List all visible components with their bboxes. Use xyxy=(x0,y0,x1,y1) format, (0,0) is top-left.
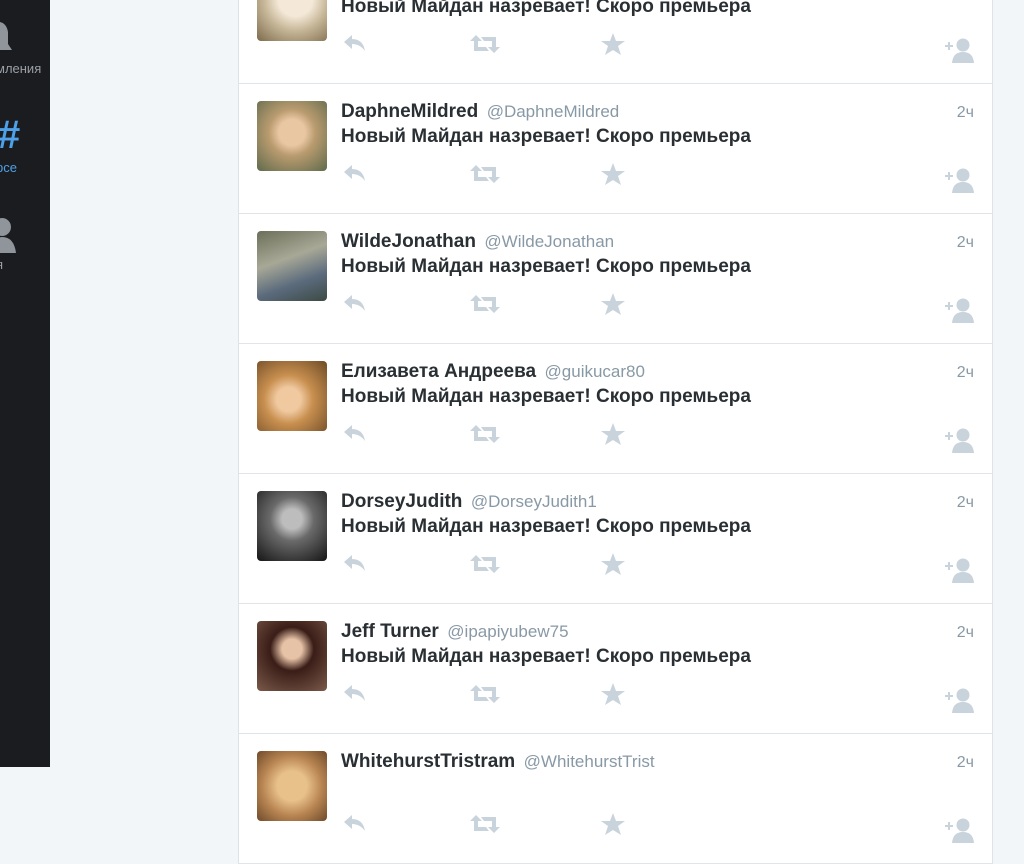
avatar[interactable] xyxy=(257,0,327,41)
sidebar-item-label: мления xyxy=(0,61,42,76)
favorite-icon[interactable] xyxy=(601,683,625,705)
tweet-text: Новый Майдан назревает! Скоро премьера xyxy=(341,0,751,17)
timeline: Новый Майдан назревает! Скоро премьера D… xyxy=(238,0,993,864)
tweet-header: Jeff Turner @ipapiyubew75 xyxy=(341,621,569,643)
follow-icon[interactable] xyxy=(941,557,975,583)
retweet-icon[interactable] xyxy=(470,293,500,315)
avatar[interactable] xyxy=(257,751,327,821)
reply-icon[interactable] xyxy=(343,683,367,703)
tweet-header: DaphneMildred @DaphneMildred xyxy=(341,101,619,123)
favorite-icon[interactable] xyxy=(601,33,625,55)
favorite-icon[interactable] xyxy=(601,813,625,835)
follow-icon[interactable] xyxy=(941,297,975,323)
follow-icon[interactable] xyxy=(941,37,975,63)
avatar[interactable] xyxy=(257,491,327,561)
tweet-header: WhitehurstTristram @WhitehurstTrist xyxy=(341,751,655,773)
author-name[interactable]: DorseyJudith xyxy=(341,491,462,512)
tweet[interactable]: WildeJonathan @WildeJonathan 2ч Новый Ма… xyxy=(239,214,992,344)
bell-icon xyxy=(0,18,16,57)
sidebar-item-label: рсе xyxy=(0,160,17,175)
favorite-icon[interactable] xyxy=(601,293,625,315)
author-handle[interactable]: @ipapiyubew75 xyxy=(447,622,568,641)
retweet-icon[interactable] xyxy=(470,33,500,55)
retweet-icon[interactable] xyxy=(470,553,500,575)
reply-icon[interactable] xyxy=(343,423,367,443)
author-name[interactable]: Jeff Turner xyxy=(341,621,439,642)
tweet[interactable]: DaphneMildred @DaphneMildred 2ч Новый Ма… xyxy=(239,84,992,214)
retweet-icon[interactable] xyxy=(470,423,500,445)
author-handle[interactable]: @guikucar80 xyxy=(545,362,645,381)
reply-icon[interactable] xyxy=(343,813,367,833)
tweet-text: Новый Майдан назревает! Скоро премьера xyxy=(341,126,751,147)
sidebar-item-discover[interactable]: # рсе xyxy=(0,115,50,185)
tweet[interactable]: Jeff Turner @ipapiyubew75 2ч Новый Майда… xyxy=(239,604,992,734)
follow-icon[interactable] xyxy=(941,167,975,193)
tweet-header: Елизавета Андреева @guikucar80 xyxy=(341,361,645,383)
sidebar-item-me[interactable]: я xyxy=(0,215,50,285)
author-name[interactable]: WhitehurstTristram xyxy=(341,751,515,772)
tweet-text: Новый Майдан назревает! Скоро премьера xyxy=(341,386,751,407)
follow-icon[interactable] xyxy=(941,817,975,843)
favorite-icon[interactable] xyxy=(601,553,625,575)
tweet[interactable]: DorseyJudith @DorseyJudith1 2ч Новый Май… xyxy=(239,474,992,604)
author-handle[interactable]: @DaphneMildred xyxy=(487,102,620,121)
favorite-icon[interactable] xyxy=(601,423,625,445)
author-handle[interactable]: @DorseyJudith1 xyxy=(471,492,597,511)
sidebar-item-label: я xyxy=(0,257,3,272)
retweet-icon[interactable] xyxy=(470,163,500,185)
reply-icon[interactable] xyxy=(343,163,367,183)
tweet-time[interactable]: 2ч xyxy=(957,104,974,122)
author-name[interactable]: DaphneMildred xyxy=(341,101,478,122)
tweet-time[interactable]: 2ч xyxy=(957,494,974,512)
avatar[interactable] xyxy=(257,621,327,691)
tweet[interactable]: Новый Майдан назревает! Скоро премьера xyxy=(239,0,992,84)
hashtag-icon: # xyxy=(0,113,21,157)
avatar[interactable] xyxy=(257,231,327,301)
retweet-icon[interactable] xyxy=(470,683,500,705)
tweet[interactable]: WhitehurstTristram @WhitehurstTrist 2ч xyxy=(239,734,992,864)
tweet[interactable]: Елизавета Андреева @guikucar80 2ч Новый … xyxy=(239,344,992,474)
tweet-time[interactable]: 2ч xyxy=(957,234,974,252)
retweet-icon[interactable] xyxy=(470,813,500,835)
sidebar-item-notifications[interactable]: мления xyxy=(0,0,50,80)
author-name[interactable]: Елизавета Андреева xyxy=(341,361,536,382)
avatar[interactable] xyxy=(257,361,327,431)
tweet-text: Новый Майдан назревает! Скоро премьера xyxy=(341,646,751,667)
avatar[interactable] xyxy=(257,101,327,171)
author-name[interactable]: WildeJonathan xyxy=(341,231,476,252)
tweet-header: DorseyJudith @DorseyJudith1 xyxy=(341,491,597,513)
author-handle[interactable]: @WhitehurstTrist xyxy=(524,752,655,771)
tweet-text: Новый Майдан назревает! Скоро премьера xyxy=(341,516,751,537)
tweet-text: Новый Майдан назревает! Скоро премьера xyxy=(341,256,751,277)
reply-icon[interactable] xyxy=(343,553,367,573)
tweet-time[interactable]: 2ч xyxy=(957,364,974,382)
reply-icon[interactable] xyxy=(343,33,367,53)
follow-icon[interactable] xyxy=(941,427,975,453)
reply-icon[interactable] xyxy=(343,293,367,313)
follow-icon[interactable] xyxy=(941,687,975,713)
user-icon xyxy=(0,217,18,258)
tweet-time[interactable]: 2ч xyxy=(957,754,974,772)
sidebar: мления # рсе я xyxy=(0,0,50,767)
author-handle[interactable]: @WildeJonathan xyxy=(484,232,614,251)
favorite-icon[interactable] xyxy=(601,163,625,185)
tweet-header: WildeJonathan @WildeJonathan xyxy=(341,231,614,253)
tweet-time[interactable]: 2ч xyxy=(957,624,974,642)
